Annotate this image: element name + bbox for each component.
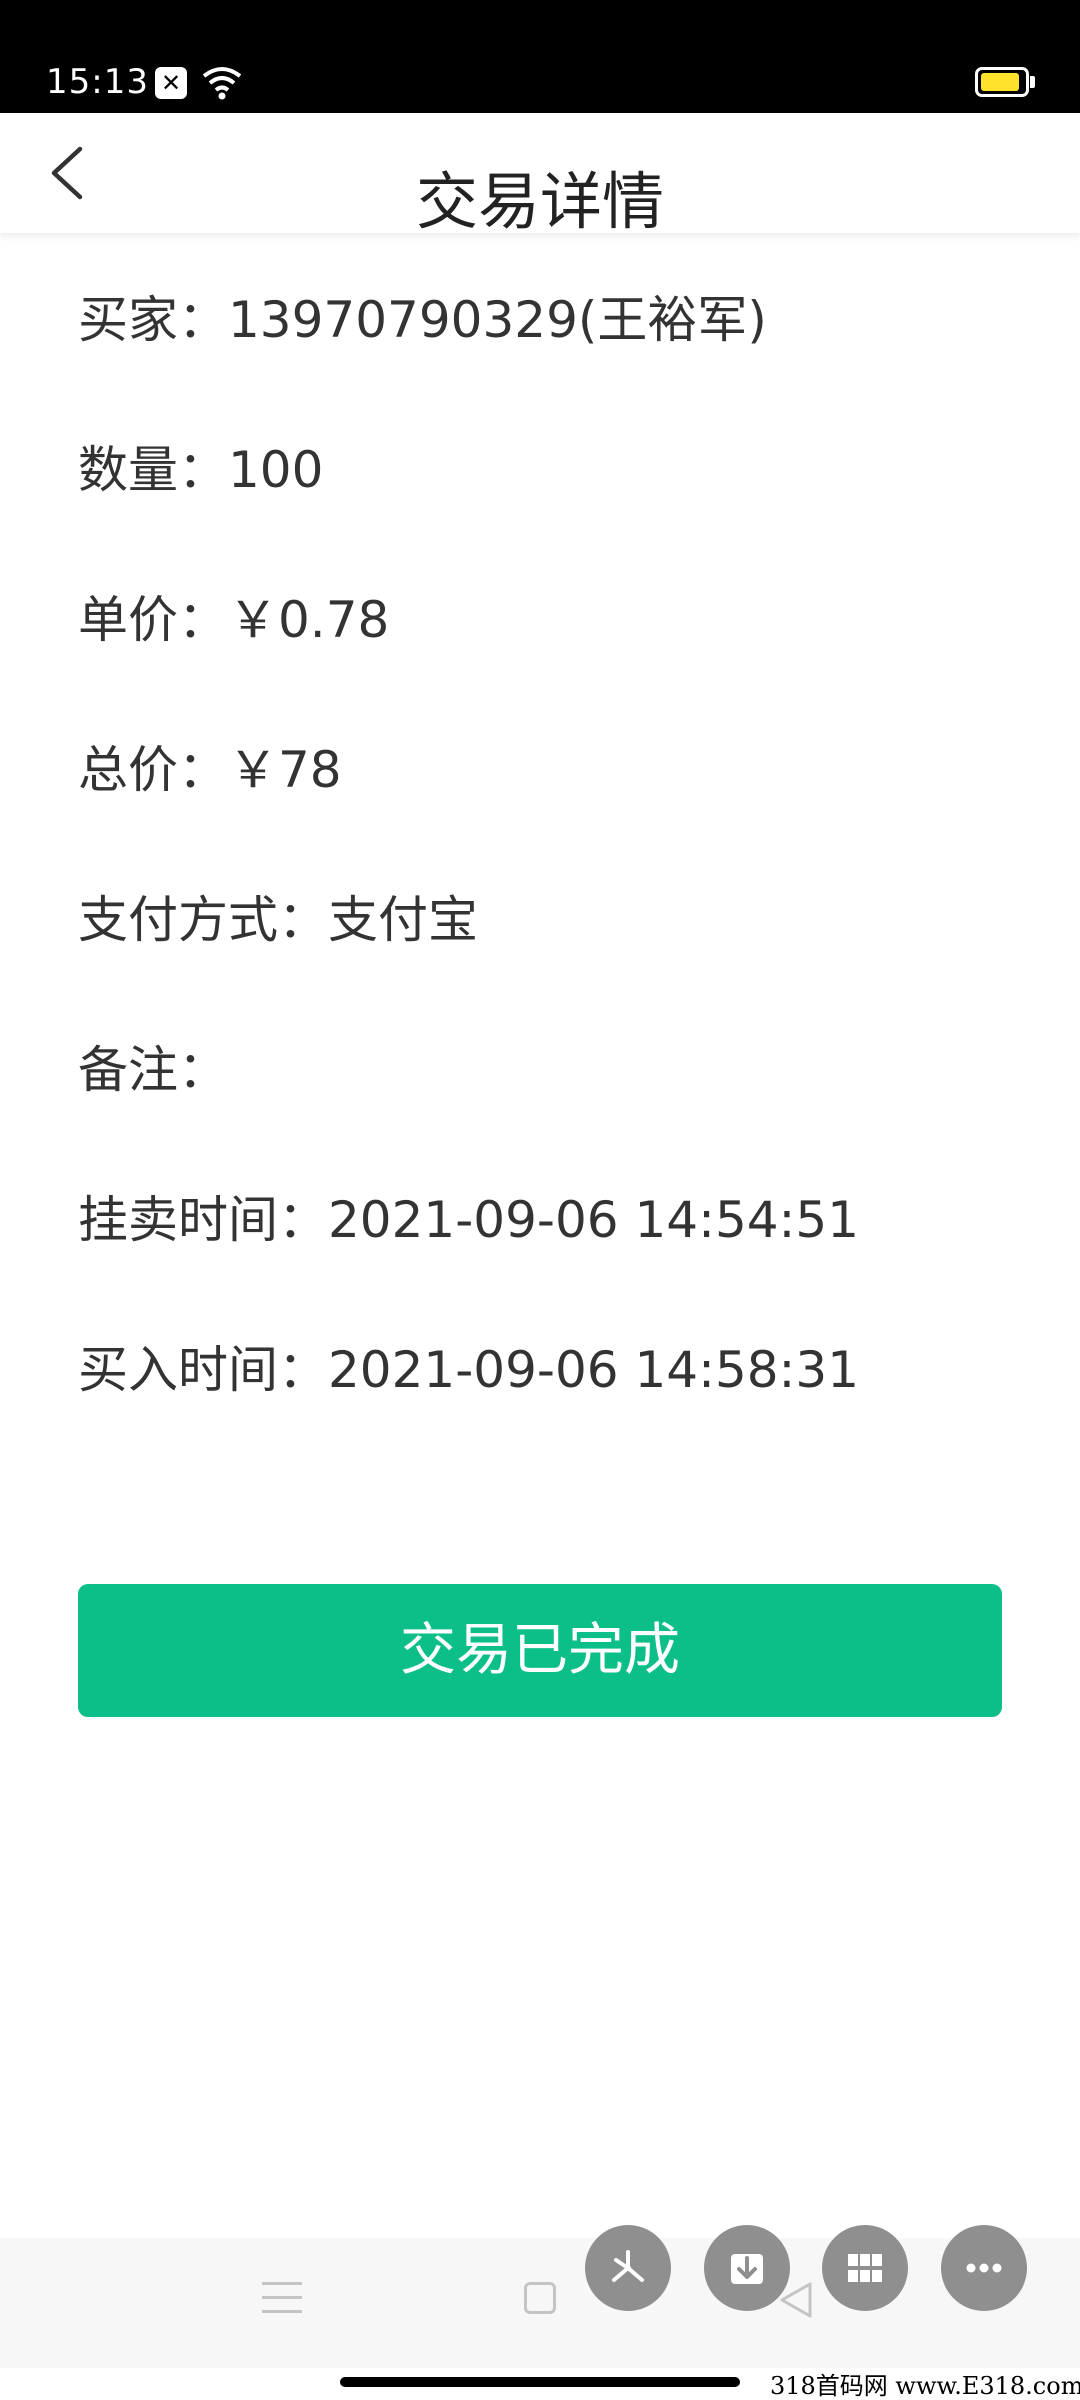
payment-method-row: 支付方式：支付宝 (78, 891, 478, 949)
header: 交易详情 (0, 113, 1080, 238)
transaction-complete-button[interactable]: 交易已完成 (78, 1584, 1002, 1717)
quantity-row: 数量：100 (78, 441, 324, 499)
buyer-row: 买家：13970790329(王裕军) (78, 291, 767, 349)
grid-button[interactable] (822, 2225, 908, 2311)
wifi-icon (202, 67, 242, 100)
home-icon[interactable] (524, 2282, 556, 2314)
menu-icon[interactable] (262, 2282, 302, 2314)
listing-time-row: 挂卖时间：2021-09-06 14:54:51 (78, 1191, 860, 1249)
unit-price-row: 单价：￥0.78 (78, 591, 390, 649)
watermark: 318首码网 www.E318.com (770, 2372, 1080, 2400)
nav-bar (0, 2238, 1080, 2368)
status-bar: 15:13 ✕ (0, 0, 1080, 113)
pinwheel-button[interactable] (585, 2225, 671, 2311)
battery-tip (1030, 76, 1035, 88)
purchase-time-row: 买入时间：2021-09-06 14:58:31 (78, 1341, 860, 1399)
page-title: 交易详情 (415, 165, 664, 238)
more-button[interactable] (941, 2225, 1027, 2311)
note-row: 备注： (78, 1041, 228, 1099)
grid-icon (848, 2254, 882, 2282)
pinwheel-icon (612, 2250, 644, 2282)
battery-level (981, 73, 1019, 91)
battery-icon (975, 67, 1029, 97)
notification-icon: ✕ (155, 67, 187, 99)
home-indicator[interactable] (340, 2377, 740, 2387)
download-icon (731, 2254, 763, 2284)
more-icon (966, 2263, 1002, 2273)
status-time: 15:13 (46, 62, 149, 102)
total-price-row: 总价：￥78 (78, 741, 342, 799)
download-button[interactable] (704, 2225, 790, 2311)
